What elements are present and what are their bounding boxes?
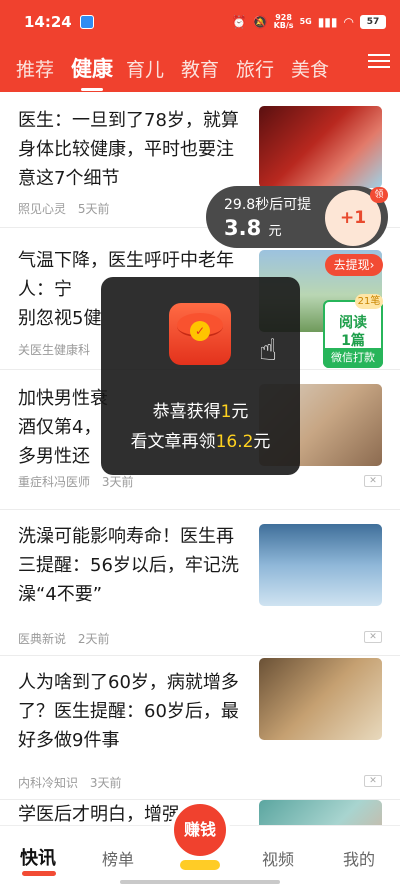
article-source: 关医生健康科: [18, 343, 91, 357]
signal-label: 5G: [299, 17, 312, 26]
article-title-line: 多男性还: [18, 446, 90, 467]
tab-recommend[interactable]: 推荐: [16, 55, 56, 82]
article-time: 3天前: [89, 776, 122, 790]
popup-text: 元: [253, 432, 271, 452]
list-item[interactable]: 洗澡可能影响寿命！医生再三提醒：56岁以后，牢记洗澡“4不要” 医典新说 2天前…: [0, 510, 400, 656]
article-title[interactable]: 洗澡可能影响寿命！医生再三提醒：56岁以后，牢记洗澡“4不要”: [18, 522, 246, 609]
signal-bars-icon: ▮▮▮: [317, 15, 338, 29]
dismiss-icon[interactable]: ✕: [364, 775, 382, 787]
article-meta: 照见心灵 5天前: [18, 200, 109, 217]
reward-amount-value: 3.8: [224, 216, 262, 240]
alarm-icon: ⏰: [231, 15, 247, 29]
nav-news[interactable]: 快讯: [20, 844, 56, 876]
article-meta: 内科冷知识 3天前: [18, 774, 121, 791]
article-meta: 重症科冯医师 3天前: [18, 473, 133, 490]
article-source: 内科冷知识: [18, 776, 79, 790]
article-time: 3天前: [101, 475, 134, 489]
tab-parenting[interactable]: 育儿: [126, 55, 166, 82]
popup-reward-line: 恭喜获得1元: [101, 397, 300, 422]
tab-travel[interactable]: 旅行: [236, 55, 276, 82]
withdraw-arrow: ›: [369, 258, 375, 272]
article-time: 2天前: [77, 632, 110, 646]
article-title-line: 别忽视5健: [18, 308, 102, 329]
home-indicator[interactable]: [120, 880, 280, 884]
wifi-icon: ◠: [343, 15, 354, 29]
article-title-line: 酒仅第4，: [18, 417, 102, 438]
popup-amount: 1: [220, 402, 232, 422]
article-thumbnail[interactable]: [259, 524, 382, 606]
claim-badge: 领: [370, 187, 388, 203]
task-count-badge: 21笔: [355, 294, 383, 309]
app-notification-icon: [79, 15, 94, 29]
mute-icon: 🔕: [252, 15, 268, 29]
status-bar: 14:24 ⏰ 🔕 928 KB/s 5G ▮▮▮ ◠ 57: [0, 0, 400, 44]
withdraw-label: 去提现: [333, 258, 370, 272]
net-speed: 928 KB/s: [274, 14, 294, 30]
article-thumbnail[interactable]: [259, 106, 382, 188]
article-meta: 医典新说 2天前: [18, 630, 109, 647]
dismiss-icon[interactable]: ✕: [364, 475, 382, 487]
article-title[interactable]: 人为啥到了60岁，病就增多了？医生提醒：60岁后，最好多做9件事: [18, 668, 246, 755]
tab-health[interactable]: 健康: [71, 53, 113, 91]
popup-text: 恭喜获得: [152, 402, 221, 422]
read-task-widget[interactable]: 21笔 阅读 1篇 微信打款: [323, 294, 383, 368]
menu-icon[interactable]: [368, 50, 390, 70]
popup-next-reward-line: 看文章再领16.2元: [101, 427, 300, 452]
article-thumbnail[interactable]: [259, 658, 382, 740]
article-title[interactable]: 医生：一旦到了78岁，就算身体比较健康，平时也要注意这7个细节: [18, 106, 246, 193]
article-thumbnail[interactable]: [259, 800, 382, 825]
nav-video[interactable]: 视频: [262, 846, 294, 870]
task-line-2: 1篇: [341, 333, 365, 349]
top-header: 14:24 ⏰ 🔕 928 KB/s 5G ▮▮▮ ◠ 57 推荐 健康 育儿 …: [0, 0, 400, 92]
article-source: 照见心灵: [18, 202, 67, 216]
task-action: 微信打款: [323, 348, 383, 368]
task-line-1: 阅读: [339, 315, 367, 331]
reward-amount-unit: 元: [268, 224, 282, 239]
dismiss-icon[interactable]: ✕: [364, 631, 382, 643]
nav-profile[interactable]: 我的: [343, 846, 375, 870]
article-meta: 关医生健康科: [18, 341, 90, 358]
tab-education[interactable]: 教育: [181, 55, 221, 82]
net-speed-unit: KB/s: [273, 21, 294, 30]
coin-pile-icon: [180, 860, 220, 870]
reward-popup[interactable]: ✓ 恭喜获得1元 看文章再领16.2元: [101, 277, 300, 475]
red-envelope-icon: ✓: [169, 303, 231, 365]
earn-button[interactable]: 赚钱: [170, 800, 230, 860]
list-item[interactable]: 人为啥到了60岁，病就增多了？医生提醒：60岁后，最好多做9件事 内科冷知识 3…: [0, 656, 400, 800]
status-time: 14:24: [24, 13, 72, 31]
popup-text: 看文章再领: [130, 432, 216, 452]
category-tabs: 推荐 健康 育儿 教育 旅行 美食: [0, 48, 400, 91]
reward-amount: 3.8 元: [224, 216, 282, 240]
countdown-text: 29.8秒后可提: [224, 197, 312, 213]
popup-text: 元: [231, 402, 249, 422]
article-source: 重症科冯医师: [18, 475, 91, 489]
check-seal-icon: ✓: [190, 321, 210, 341]
status-icons: ⏰ 🔕 928 KB/s 5G ▮▮▮ ◠ 57: [232, 14, 386, 30]
article-source: 医典新说: [18, 632, 67, 646]
article-title-line: 加快男性衰: [18, 388, 108, 409]
tab-food[interactable]: 美食: [291, 55, 331, 82]
nav-rankings[interactable]: 榜单: [102, 846, 134, 870]
popup-amount: 16.2: [215, 432, 254, 452]
pointing-hand-icon: ☝: [259, 333, 278, 368]
battery-icon: 57: [360, 15, 386, 29]
article-time: 5天前: [77, 202, 110, 216]
withdraw-button[interactable]: 去提现›: [325, 254, 383, 276]
